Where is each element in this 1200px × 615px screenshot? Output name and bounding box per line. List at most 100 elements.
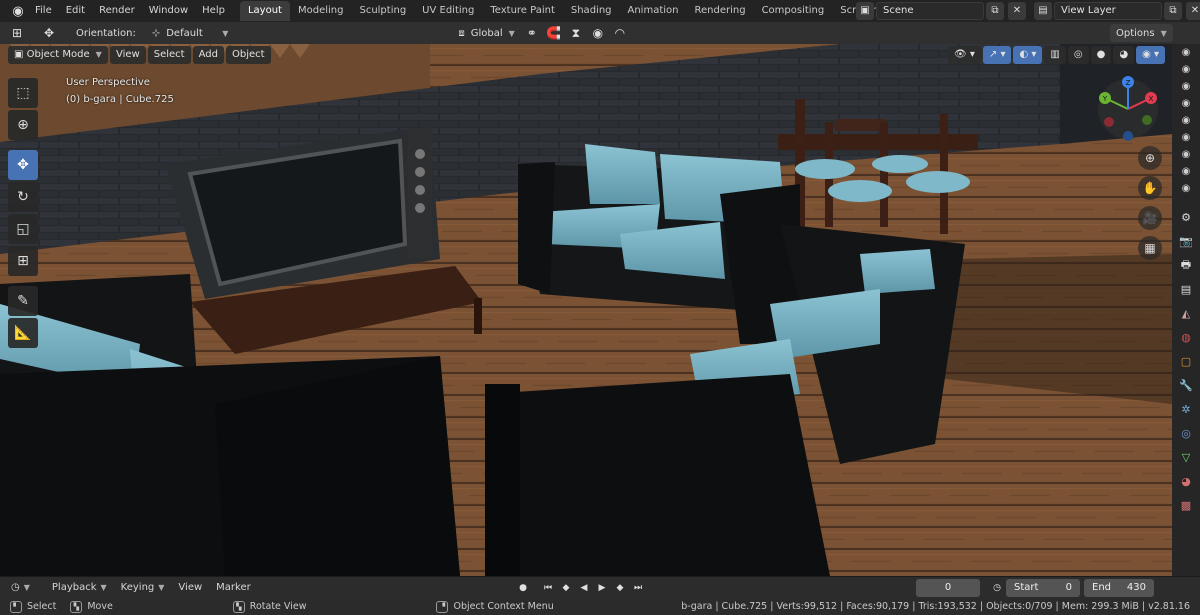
measure-tool-icon[interactable]: 📐: [8, 318, 38, 348]
visibility-eye-icon[interactable]: ◉: [1172, 61, 1200, 78]
tab-compositing[interactable]: Compositing: [754, 1, 833, 21]
3d-viewport[interactable]: ▣ Object Mode ▼ View Select Add Object 👁 …: [0, 44, 1172, 576]
viewport-menu-object[interactable]: Object: [225, 46, 271, 64]
end-value: 430: [1126, 582, 1146, 593]
proportional-edit-icon[interactable]: ◉: [587, 24, 609, 42]
start-frame-field[interactable]: Start 0: [1006, 579, 1080, 597]
tab-texture-paint[interactable]: Texture Paint: [482, 1, 563, 21]
scale-tool-icon[interactable]: ◱: [8, 214, 38, 244]
snap-icon[interactable]: 🧲: [543, 24, 565, 42]
current-frame-field[interactable]: 0: [916, 579, 980, 597]
object-data-properties-icon[interactable]: ▽: [1172, 445, 1200, 469]
editor-type-icon[interactable]: ⊞: [6, 24, 28, 42]
perspective-toggle-icon[interactable]: ▦: [1138, 236, 1162, 260]
snap-target-icon[interactable]: ⧗: [565, 24, 587, 42]
tab-uv-editing[interactable]: UV Editing: [414, 1, 482, 21]
jump-start-icon[interactable]: ⏮: [540, 580, 556, 596]
visibility-eye-icon[interactable]: ◉: [1172, 146, 1200, 163]
move-tool-icon[interactable]: ✥: [38, 24, 60, 42]
shading-rendered-icon[interactable]: ◉ ▾: [1136, 46, 1166, 64]
delete-scene-icon[interactable]: ✕: [1008, 1, 1026, 20]
timeline-view-menu[interactable]: View: [171, 582, 209, 593]
playback-menu[interactable]: Playback ▼: [45, 582, 114, 593]
rotate-tool-icon[interactable]: ↻: [8, 182, 38, 212]
tab-shading[interactable]: Shading: [563, 1, 620, 21]
new-scene-icon[interactable]: ⧉: [986, 1, 1004, 20]
tab-layout[interactable]: Layout: [239, 1, 290, 21]
annotate-tool-icon[interactable]: ✎: [8, 286, 38, 316]
view-layer-properties-icon[interactable]: ▤: [1172, 277, 1200, 301]
transform-tool-icon[interactable]: ⊞: [8, 246, 38, 276]
visibility-eye-icon[interactable]: ◉: [1172, 180, 1200, 197]
visibility-eye-icon[interactable]: ◉: [1172, 112, 1200, 129]
shading-solid-icon[interactable]: ●: [1090, 46, 1112, 64]
play-icon[interactable]: ▶: [594, 580, 610, 596]
timeline-editor-type-icon[interactable]: ◷ ▼: [4, 582, 37, 593]
move-tool-icon[interactable]: ✥: [8, 150, 38, 180]
clock-icon[interactable]: ◷: [989, 580, 1005, 596]
visibility-eye-icon[interactable]: ◉: [1172, 78, 1200, 95]
modifier-properties-icon[interactable]: 🔧: [1172, 373, 1200, 397]
camera-view-icon[interactable]: 🎥: [1138, 206, 1162, 230]
options-dropdown[interactable]: Options ▼: [1110, 24, 1173, 42]
visibility-eye-icon[interactable]: ◉: [1172, 163, 1200, 180]
delete-view-layer-icon[interactable]: ✕: [1186, 1, 1200, 20]
end-label: End: [1092, 582, 1112, 593]
play-reverse-icon[interactable]: ◀: [576, 580, 592, 596]
visibility-icon[interactable]: 👁 ▾: [948, 46, 981, 64]
cursor-tool-icon[interactable]: ⊕: [8, 110, 38, 140]
particles-properties-icon[interactable]: ✲: [1172, 397, 1200, 421]
orientation-dropdown[interactable]: ⊹ Default ▼: [146, 24, 235, 42]
next-keyframe-icon[interactable]: ◆: [612, 580, 628, 596]
xray-icon[interactable]: ▥: [1044, 46, 1066, 64]
visibility-eye-icon[interactable]: ◉: [1172, 95, 1200, 112]
menu-render[interactable]: Render: [92, 0, 142, 22]
record-icon[interactable]: ●: [515, 580, 531, 596]
gizmo-toggle-icon[interactable]: ↗ ▾: [982, 46, 1012, 64]
falloff-icon[interactable]: ◠: [609, 24, 631, 42]
viewport-menu-select[interactable]: Select: [147, 46, 191, 64]
navigation-gizmo[interactable]: X Y Z: [1095, 76, 1161, 142]
physics-properties-icon[interactable]: ◎: [1172, 421, 1200, 445]
end-frame-field[interactable]: End 430: [1084, 579, 1154, 597]
texture-properties-icon[interactable]: ▩: [1172, 493, 1200, 517]
transform-orientation-dropdown[interactable]: ⧈ Global ▼: [452, 24, 520, 42]
tab-sculpting[interactable]: Sculpting: [351, 1, 414, 21]
material-properties-icon[interactable]: ◕: [1172, 469, 1200, 493]
zoom-icon[interactable]: ⊕: [1138, 146, 1162, 170]
output-properties-icon[interactable]: 🖶: [1172, 253, 1200, 277]
pivot-point-icon[interactable]: ⚭: [521, 24, 543, 42]
select-box-tool-icon[interactable]: ⬚: [8, 78, 38, 108]
new-view-layer-icon[interactable]: ⧉: [1164, 1, 1182, 20]
tool-properties-icon[interactable]: ⚙: [1172, 205, 1200, 229]
pan-hand-icon[interactable]: ✋: [1138, 176, 1162, 200]
tab-animation[interactable]: Animation: [620, 1, 687, 21]
scene-name-field[interactable]: Scene: [876, 1, 984, 20]
visibility-eye-icon[interactable]: ◉: [1172, 129, 1200, 146]
shading-material-icon[interactable]: ◕: [1113, 46, 1135, 64]
blender-logo-icon[interactable]: ◉: [8, 1, 28, 21]
view-layer-icon[interactable]: ▤: [1034, 1, 1052, 20]
marker-menu[interactable]: Marker: [209, 582, 258, 593]
viewport-menu-view[interactable]: View: [110, 46, 146, 64]
jump-end-icon[interactable]: ⏭: [630, 580, 646, 596]
scene-icon[interactable]: ▣: [856, 1, 874, 20]
world-properties-icon[interactable]: ◍: [1172, 325, 1200, 349]
menu-edit[interactable]: Edit: [59, 0, 92, 22]
tab-rendering[interactable]: Rendering: [686, 1, 753, 21]
shading-wireframe-icon[interactable]: ◎: [1067, 46, 1089, 64]
keying-menu[interactable]: Keying ▼: [114, 582, 172, 593]
object-properties-icon[interactable]: ▢: [1172, 349, 1200, 373]
menu-file[interactable]: File: [28, 0, 59, 22]
menu-help[interactable]: Help: [195, 0, 232, 22]
view-layer-field[interactable]: View Layer: [1054, 1, 1162, 20]
mode-dropdown[interactable]: ▣ Object Mode ▼: [8, 46, 108, 64]
prev-keyframe-icon[interactable]: ◆: [558, 580, 574, 596]
tab-modeling[interactable]: Modeling: [290, 1, 352, 21]
visibility-eye-icon[interactable]: ◉: [1172, 44, 1200, 61]
menu-window[interactable]: Window: [142, 0, 195, 22]
render-properties-icon[interactable]: 📷: [1172, 229, 1200, 253]
overlay-toggle-icon[interactable]: ◐ ▾: [1013, 46, 1043, 64]
viewport-menu-add[interactable]: Add: [192, 46, 224, 64]
scene-properties-icon[interactable]: ◭: [1172, 301, 1200, 325]
